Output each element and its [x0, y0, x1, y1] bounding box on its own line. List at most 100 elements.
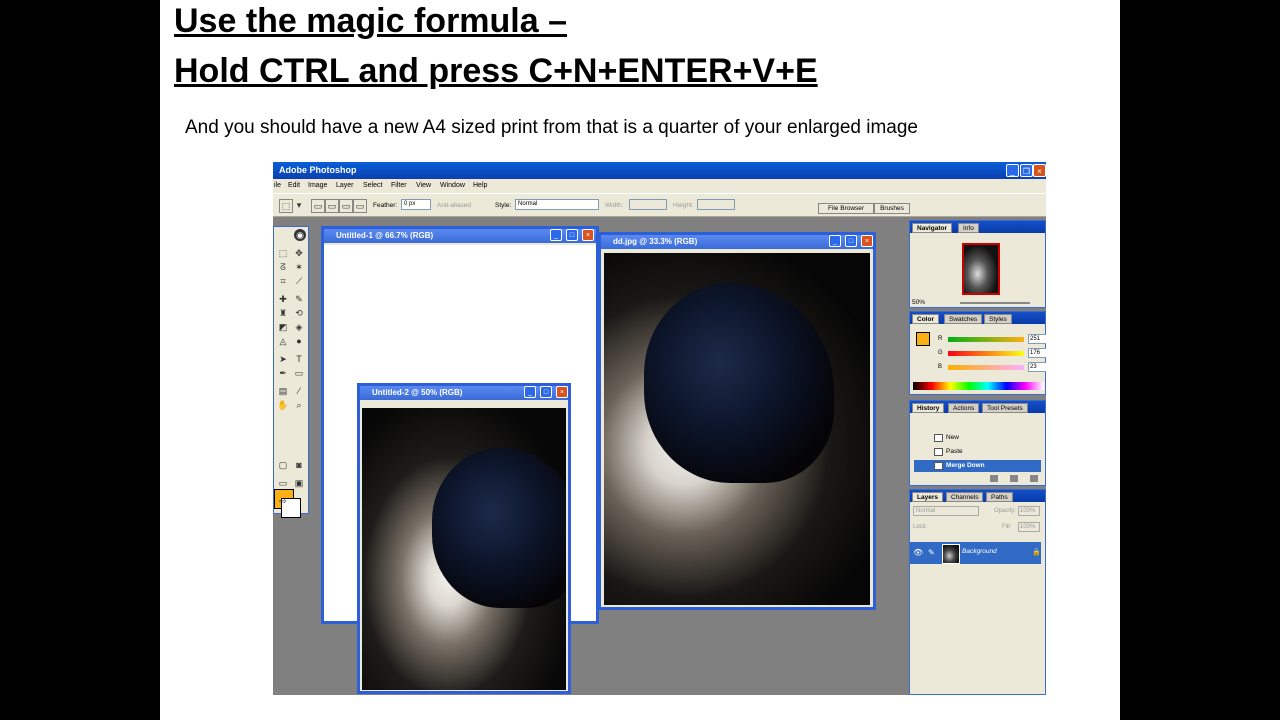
jump-to-imageready-icon[interactable]: ⇨	[277, 495, 289, 507]
menu-select[interactable]: Select	[363, 182, 382, 189]
subtract-selection-icon[interactable]: ▭	[339, 199, 353, 213]
screen-mode-icon[interactable]: ▭	[277, 477, 289, 489]
eyedropper-icon[interactable]: ⁄	[293, 385, 305, 397]
doc-maximize-button[interactable]: □	[845, 235, 857, 247]
navigator-zoom[interactable]: 50%	[912, 299, 925, 306]
tab-navigator[interactable]: Navigator	[912, 223, 952, 233]
file-browser-tab[interactable]: File Browser	[818, 203, 874, 214]
document-window-dd-jpg[interactable]: dd.jpg @ 33.3% (RGB) _ □ ×	[598, 232, 876, 610]
tab-history[interactable]: History	[912, 403, 945, 413]
photo-canvas[interactable]	[604, 253, 870, 605]
red-value-input[interactable]: 251	[1028, 334, 1046, 344]
green-gradient[interactable]	[948, 351, 1024, 356]
doc-minimize-button[interactable]: _	[550, 229, 562, 241]
zoom-tool-icon[interactable]: ⌕	[293, 399, 305, 411]
tab-styles[interactable]: Styles	[984, 314, 1012, 324]
photo-canvas[interactable]	[362, 408, 566, 690]
blend-mode-select[interactable]: Normal	[913, 506, 979, 516]
notes-tool-icon[interactable]: ▤	[277, 385, 289, 397]
eraser-tool-icon[interactable]: ◩	[277, 321, 289, 333]
anti-aliased-checkbox[interactable]: Anti-aliased	[437, 202, 471, 209]
menu-window[interactable]: Window	[440, 182, 465, 189]
tab-tool-presets[interactable]: Tool Presets	[982, 403, 1028, 413]
width-input[interactable]	[629, 199, 667, 210]
fill-input[interactable]: 100%	[1018, 522, 1040, 532]
red-gradient[interactable]	[948, 337, 1024, 342]
magic-wand-icon[interactable]: ✶	[293, 261, 305, 273]
doc-minimize-button[interactable]: _	[524, 386, 536, 398]
doc-close-button[interactable]: ×	[582, 229, 594, 241]
trash-icon[interactable]	[1030, 475, 1038, 482]
brush-link-icon[interactable]: ✎	[928, 548, 935, 557]
tab-layers[interactable]: Layers	[912, 492, 943, 502]
shape-tool-icon[interactable]: ▭	[293, 367, 305, 379]
blue-slider[interactable]: B 23	[924, 362, 1046, 372]
doc-close-button[interactable]: ×	[861, 235, 873, 247]
document-window-untitled-2[interactable]: Untitled-2 @ 50% (RGB) _ □ ×	[357, 383, 571, 694]
blur-tool-icon[interactable]: ◬	[277, 335, 289, 347]
navigator-zoom-slider[interactable]	[960, 302, 1030, 304]
close-button[interactable]: ×	[1033, 164, 1046, 177]
history-item-merge-down[interactable]: Merge Down	[914, 460, 1041, 472]
doc-maximize-button[interactable]: □	[540, 386, 552, 398]
pen-tool-icon[interactable]: ✒	[277, 367, 289, 379]
tab-actions[interactable]: Actions	[948, 403, 980, 413]
menu-view[interactable]: View	[416, 182, 431, 189]
eye-icon[interactable]: 👁	[913, 548, 923, 557]
menu-layer[interactable]: Layer	[336, 182, 354, 189]
restore-button[interactable]: ❐	[1020, 164, 1033, 177]
slice-tool-icon[interactable]: ⟋	[293, 275, 305, 287]
style-select[interactable]: Normal	[515, 199, 599, 210]
menu-help[interactable]: Help	[473, 182, 487, 189]
add-selection-icon[interactable]: ▭	[325, 199, 339, 213]
new-selection-icon[interactable]: ▭	[311, 199, 325, 213]
history-brush-icon[interactable]: ⟲	[293, 307, 305, 319]
brushes-tab[interactable]: Brushes	[874, 203, 910, 214]
clone-stamp-icon[interactable]: ♜	[277, 307, 289, 319]
path-selection-icon[interactable]: ➤	[277, 353, 289, 365]
quick-mask-icon[interactable]: ◙	[293, 459, 305, 471]
menu-filter[interactable]: Filter	[391, 182, 407, 189]
history-item-paste[interactable]: Paste	[914, 446, 1041, 458]
new-snapshot-icon[interactable]	[990, 475, 998, 482]
intersect-selection-icon[interactable]: ▭	[353, 199, 367, 213]
move-tool-icon[interactable]: ✥	[293, 247, 305, 259]
marquee-preset-icon[interactable]: ⬚	[279, 199, 293, 213]
menu-image[interactable]: Image	[308, 182, 327, 189]
minimize-button[interactable]: _	[1006, 164, 1019, 177]
green-value-input[interactable]: 176	[1028, 348, 1046, 358]
new-document-icon[interactable]	[1010, 475, 1018, 482]
opacity-input[interactable]: 100%	[1018, 506, 1040, 516]
type-tool-icon[interactable]: T	[293, 353, 305, 365]
doc-close-button[interactable]: ×	[556, 386, 568, 398]
tab-channels[interactable]: Channels	[946, 492, 984, 502]
fullscreen-mode-icon[interactable]: ▣	[293, 477, 305, 489]
lasso-tool-icon[interactable]: ᘔ	[277, 261, 289, 273]
blue-gradient[interactable]	[948, 365, 1024, 370]
standard-mode-icon[interactable]: ▢	[277, 459, 289, 471]
feather-input[interactable]: 0 px	[401, 199, 431, 210]
healing-brush-icon[interactable]: ✚	[277, 293, 289, 305]
marquee-tool-icon[interactable]: ⬚	[277, 247, 289, 259]
adobe-online-icon[interactable]: ◉	[294, 229, 306, 241]
green-slider[interactable]: G 176	[924, 348, 1046, 358]
layer-row-background[interactable]: 👁 ✎ Background 🔒	[910, 542, 1041, 564]
history-item-new[interactable]: New	[914, 432, 1041, 444]
blue-value-input[interactable]: 23	[1028, 362, 1046, 372]
brush-tool-icon[interactable]: ✎	[293, 293, 305, 305]
menu-edit[interactable]: Edit	[288, 182, 300, 189]
doc-maximize-button[interactable]: □	[566, 229, 578, 241]
red-slider[interactable]: R 251	[924, 334, 1046, 344]
menu-file[interactable]: ile	[274, 182, 281, 189]
doc-minimize-button[interactable]: _	[829, 235, 841, 247]
chevron-down-icon[interactable]: ▾	[293, 199, 305, 211]
height-input[interactable]	[697, 199, 735, 210]
hand-tool-icon[interactable]: ✋	[277, 399, 289, 411]
color-spectrum-bar[interactable]	[913, 382, 1044, 390]
paint-bucket-icon[interactable]: ◈	[293, 321, 305, 333]
tab-swatches[interactable]: Swatches	[944, 314, 983, 324]
tab-paths[interactable]: Paths	[986, 492, 1013, 502]
dodge-tool-icon[interactable]: ●	[293, 335, 305, 347]
crop-tool-icon[interactable]: ⌗	[277, 275, 289, 287]
navigator-thumbnail[interactable]	[962, 243, 1000, 295]
